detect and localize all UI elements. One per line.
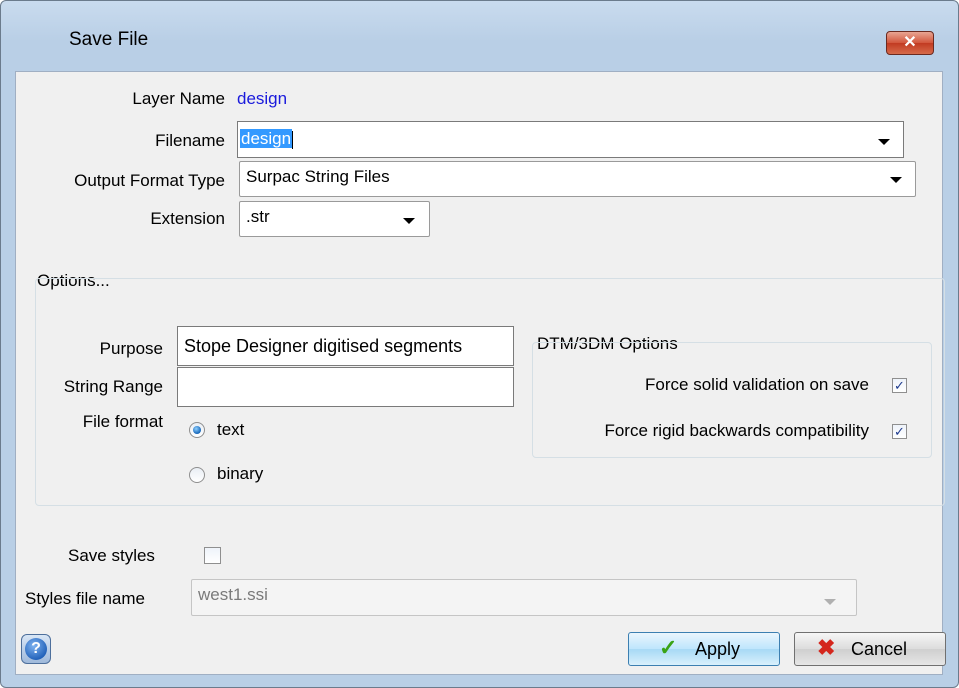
filename-input[interactable]: design (240, 129, 293, 148)
save-styles-checkbox[interactable] (204, 547, 221, 564)
output-format-value: Surpac String Files (246, 167, 390, 186)
layer-name-label: Layer Name (132, 89, 225, 108)
styles-file-label: Styles file name (25, 589, 145, 608)
string-range-label: String Range (63, 377, 163, 396)
force-rigid-label: Force rigid backwards compatibility (604, 421, 869, 440)
red-x-icon: ✖ (817, 635, 836, 660)
filename-label: Filename (155, 131, 225, 150)
output-format-select[interactable]: Surpac String Files (239, 161, 916, 197)
file-format-text-radio[interactable] (189, 422, 205, 438)
title-bar[interactable]: Save File ✕ (1, 1, 958, 73)
styles-file-select[interactable]: west1.ssi (191, 579, 857, 616)
file-format-text-label[interactable]: text (217, 420, 244, 440)
checkmark-icon: ✓ (659, 635, 678, 660)
check-icon: ✓ (894, 378, 905, 393)
save-styles-label: Save styles (68, 546, 155, 565)
check-icon: ✓ (894, 424, 905, 439)
output-format-label: Output Format Type (74, 171, 225, 190)
apply-button[interactable]: ✓ Apply (628, 632, 780, 666)
chevron-down-icon (824, 599, 836, 605)
extension-select[interactable]: .str (239, 201, 430, 237)
cancel-button[interactable]: ✖ Cancel (794, 632, 946, 666)
purpose-label: Purpose (99, 339, 163, 358)
close-icon: ✕ (903, 34, 917, 51)
extension-label: Extension (150, 209, 225, 228)
extension-value: .str (246, 207, 270, 226)
filename-combo[interactable]: design (237, 121, 904, 158)
string-range-input[interactable] (177, 367, 514, 407)
force-solid-label: Force solid validation on save (645, 375, 869, 394)
purpose-input[interactable]: Stope Designer digitised segments (177, 326, 514, 366)
purpose-value: Stope Designer digitised segments (184, 336, 463, 356)
force-rigid-checkbox[interactable]: ✓ (892, 424, 907, 439)
file-format-binary-label[interactable]: binary (217, 464, 263, 484)
file-format-label: File format (82, 412, 163, 431)
window-title: Save File (69, 29, 149, 50)
close-button[interactable]: ✕ (886, 31, 934, 55)
styles-file-value: west1.ssi (198, 585, 268, 604)
save-file-dialog: Save File ✕ Layer Name design Filename d… (0, 0, 959, 688)
chevron-down-icon[interactable] (890, 177, 902, 183)
help-icon: ? (25, 638, 47, 660)
file-format-binary-radio[interactable] (189, 467, 205, 483)
help-button[interactable]: ? (21, 634, 51, 664)
apply-button-label: Apply (695, 639, 741, 659)
force-solid-checkbox[interactable]: ✓ (892, 378, 907, 393)
chevron-down-icon[interactable] (403, 218, 415, 224)
cancel-button-label: Cancel (851, 639, 908, 659)
chevron-down-icon[interactable] (878, 139, 890, 145)
layer-name-value: design (237, 89, 288, 108)
